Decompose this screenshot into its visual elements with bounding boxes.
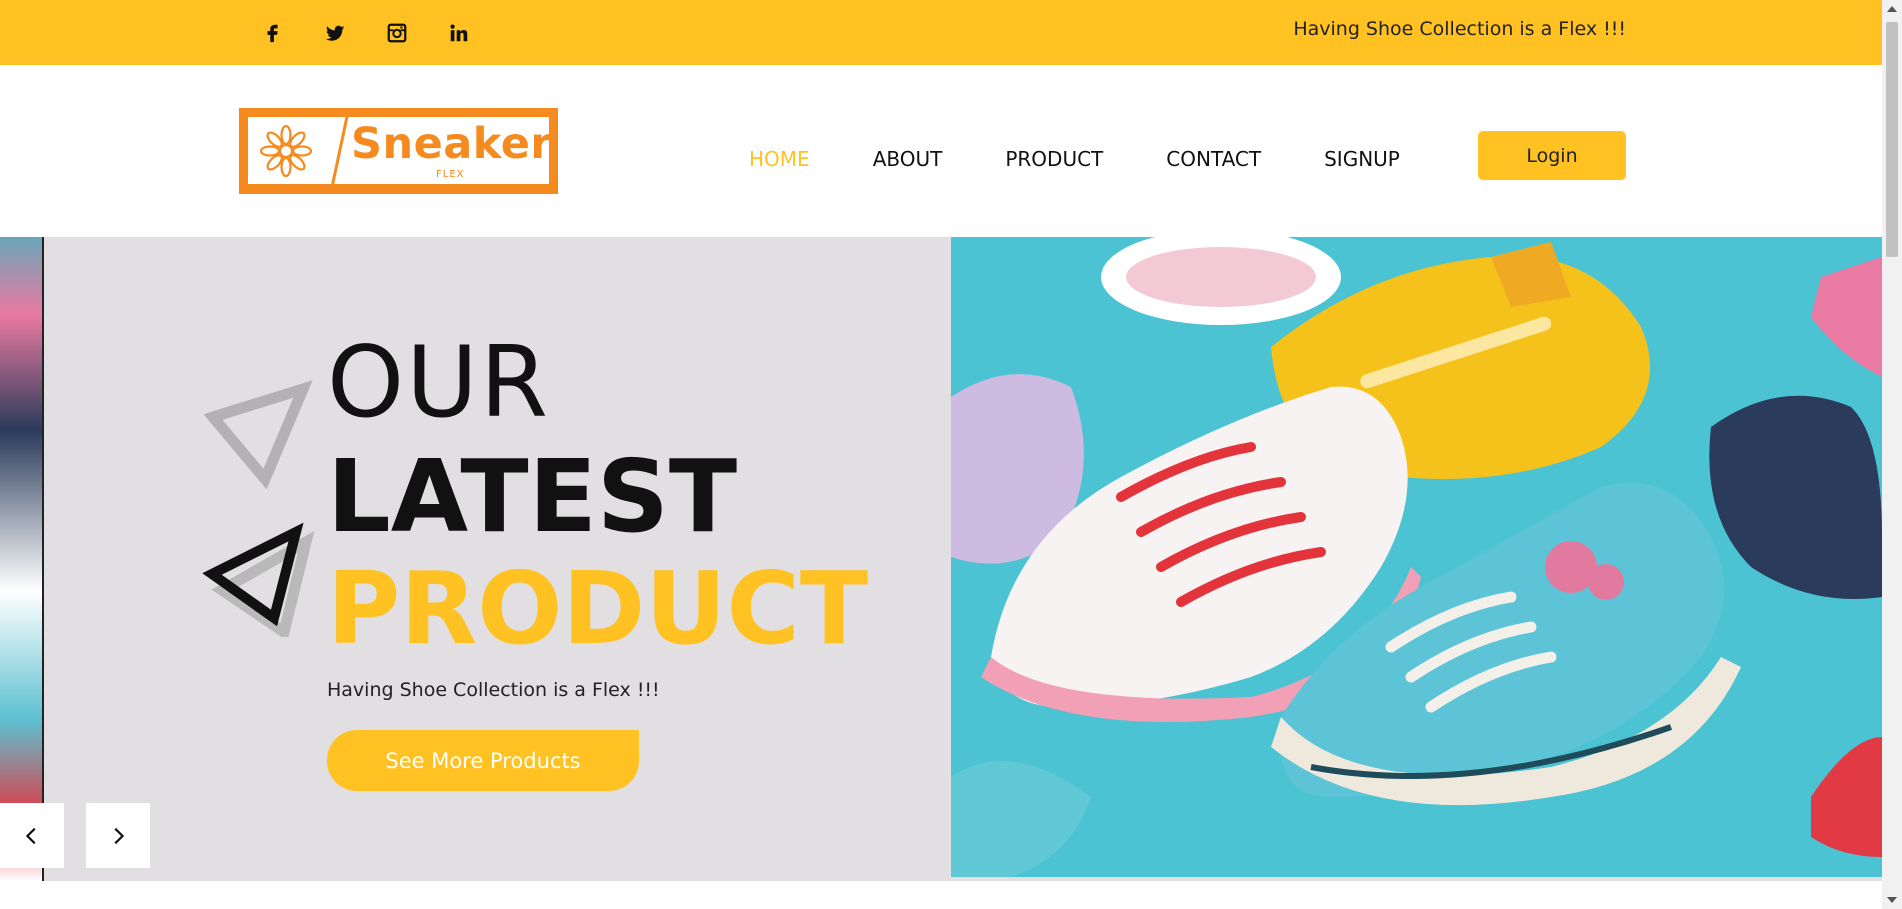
hero-heading-line1: OUR xyxy=(327,326,550,440)
page: Having Shoe Collection is a Flex !!! Sne… xyxy=(0,0,1902,909)
triangle-outline-black-decoration xyxy=(202,522,315,637)
chevron-right-icon xyxy=(114,827,125,844)
twitter-link[interactable] xyxy=(320,16,382,50)
linkedin-icon xyxy=(450,24,468,42)
instagram-link[interactable] xyxy=(382,16,444,50)
site-header: Sneakers FLEX HOME ABOUT PRODUCT CONTACT… xyxy=(0,65,1882,237)
logo-brand: Sneakers xyxy=(351,119,579,169)
twitter-icon xyxy=(325,25,345,41)
page-scrollbar[interactable] xyxy=(1882,0,1902,909)
hero-carousel: OUR LATEST PRODUCT Having Shoe Collectio… xyxy=(0,237,1882,881)
nav-signup[interactable]: SIGNUP xyxy=(1324,147,1400,171)
nav-about[interactable]: ABOUT xyxy=(873,147,943,171)
linkedin-link[interactable] xyxy=(444,16,506,50)
hero-heading-line3: PRODUCT xyxy=(327,550,869,667)
nav-home[interactable]: HOME xyxy=(749,147,810,171)
site-logo[interactable]: Sneakers FLEX xyxy=(239,108,558,194)
logo-panel: Sneakers FLEX xyxy=(248,117,549,184)
top-tagline: Having Shoe Collection is a Flex !!! xyxy=(1293,18,1626,40)
hero-subtitle: Having Shoe Collection is a Flex !!! xyxy=(327,679,660,701)
chevron-left-icon xyxy=(25,827,36,844)
sneakers-product-image xyxy=(951,237,1882,877)
flower-icon xyxy=(260,125,312,177)
top-bar: Having Shoe Collection is a Flex !!! xyxy=(0,0,1882,65)
nav-product[interactable]: PRODUCT xyxy=(1005,147,1103,171)
logo-subtext: FLEX xyxy=(436,169,465,180)
carousel-prev-button[interactable] xyxy=(0,803,64,868)
carousel-next-button[interactable] xyxy=(86,803,150,868)
facebook-link[interactable] xyxy=(258,16,320,50)
scroll-down-arrow[interactable] xyxy=(1887,897,1897,903)
social-links xyxy=(258,16,506,50)
facebook-icon xyxy=(267,24,278,43)
hero-heading-line2: LATEST xyxy=(327,438,738,555)
login-button[interactable]: Login xyxy=(1478,131,1626,180)
see-more-products-button[interactable]: See More Products xyxy=(327,730,639,791)
nav-contact[interactable]: CONTACT xyxy=(1166,147,1261,171)
scrollbar-thumb[interactable] xyxy=(1886,22,1898,257)
logo-divider xyxy=(329,117,350,184)
previous-slide-peek xyxy=(0,237,44,881)
instagram-icon xyxy=(387,23,407,43)
scroll-up-arrow[interactable] xyxy=(1887,6,1897,12)
main-nav: HOME ABOUT PRODUCT CONTACT SIGNUP xyxy=(749,147,1463,171)
triangle-outline-gray-decoration xyxy=(203,380,313,490)
